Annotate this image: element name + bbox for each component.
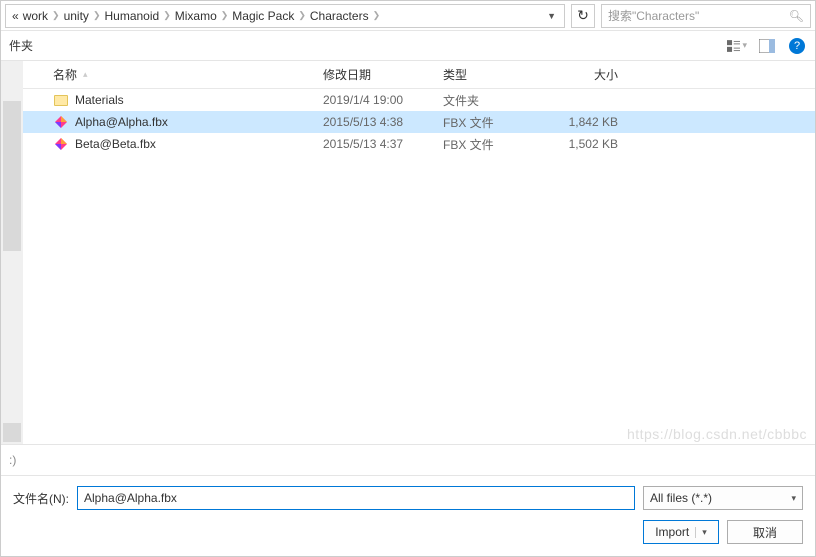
file-name: Alpha@Alpha.fbx: [75, 115, 168, 129]
import-button[interactable]: Import ▾: [643, 520, 719, 544]
breadcrumb-dropdown-icon[interactable]: ▼: [543, 11, 560, 21]
breadcrumb-item[interactable]: unity❯: [62, 9, 103, 23]
breadcrumb-item[interactable]: Humanoid❯: [102, 9, 172, 23]
breadcrumb[interactable]: « work❯ unity❯ Humanoid❯ Mixamo❯ Magic P…: [5, 4, 565, 28]
sort-indicator-icon: ▴: [83, 69, 88, 80]
search-icon: 🔍︎: [789, 9, 804, 23]
file-type: FBX 文件: [443, 114, 538, 131]
status-bar: :): [1, 444, 815, 475]
search-input[interactable]: 搜索"Characters" 🔍︎: [601, 4, 811, 28]
file-date: 2019/1/4 19:00: [323, 93, 443, 107]
view-details-icon[interactable]: ▾: [727, 36, 747, 56]
chevron-right-icon: ❯: [298, 10, 306, 21]
status-hint: :): [9, 453, 16, 467]
table-row[interactable]: Materials 2019/1/4 19:00文件夹: [23, 89, 815, 111]
file-list: 名称▴ 修改日期 类型 大小 Materials 2019/1/4 19:00文件…: [23, 61, 815, 444]
nav-sidebar: [1, 61, 23, 444]
filename-label: 文件名(N):: [13, 490, 69, 507]
toolbar-label: 件夹: [9, 37, 33, 54]
column-headers[interactable]: 名称▴ 修改日期 类型 大小: [23, 61, 815, 89]
file-date: 2015/5/13 4:37: [323, 137, 443, 151]
column-type[interactable]: 类型: [443, 66, 538, 83]
refresh-button[interactable]: ↻: [571, 4, 595, 28]
search-placeholder: 搜索"Characters": [608, 7, 699, 24]
breadcrumb-prefix: «: [10, 9, 21, 23]
chevron-right-icon: ❯: [373, 10, 381, 21]
breadcrumb-item[interactable]: Characters❯: [308, 9, 382, 23]
breadcrumb-item[interactable]: Magic Pack❯: [230, 9, 308, 23]
folder-icon: [53, 92, 69, 108]
chevron-right-icon: ❯: [163, 10, 171, 21]
refresh-icon: ↻: [577, 7, 589, 24]
file-type: FBX 文件: [443, 136, 538, 153]
chevron-down-icon: ▾: [695, 527, 707, 538]
file-date: 2015/5/13 4:38: [323, 115, 443, 129]
file-size: 1,502 KB: [538, 137, 618, 151]
file-type: 文件夹: [443, 92, 538, 109]
file-filter-select[interactable]: All files (*.*) ▾: [643, 486, 803, 510]
cancel-button[interactable]: 取消: [727, 520, 803, 544]
file-name: Materials: [75, 93, 124, 107]
breadcrumb-item[interactable]: Mixamo❯: [173, 9, 231, 23]
column-size[interactable]: 大小: [538, 66, 618, 83]
preview-pane-icon[interactable]: [757, 36, 777, 56]
chevron-right-icon: ❯: [52, 10, 60, 21]
breadcrumb-item[interactable]: work❯: [21, 9, 62, 23]
file-size: 1,842 KB: [538, 115, 618, 129]
table-row[interactable]: Alpha@Alpha.fbx 2015/5/13 4:38FBX 文件1,842…: [23, 111, 815, 133]
file-name: Beta@Beta.fbx: [75, 137, 156, 151]
chevron-down-icon: ▾: [742, 40, 747, 51]
filename-input[interactable]: Alpha@Alpha.fbx: [77, 486, 635, 510]
table-row[interactable]: Beta@Beta.fbx 2015/5/13 4:37FBX 文件1,502 K…: [23, 133, 815, 155]
column-date[interactable]: 修改日期: [323, 66, 443, 83]
chevron-down-icon: ▾: [791, 493, 796, 504]
fbx-file-icon: [53, 114, 69, 130]
fbx-file-icon: [53, 136, 69, 152]
help-icon: ?: [789, 38, 805, 54]
chevron-right-icon: ❯: [93, 10, 101, 21]
column-name[interactable]: 名称▴: [53, 66, 323, 83]
help-button[interactable]: ?: [787, 36, 807, 56]
chevron-right-icon: ❯: [221, 10, 229, 21]
